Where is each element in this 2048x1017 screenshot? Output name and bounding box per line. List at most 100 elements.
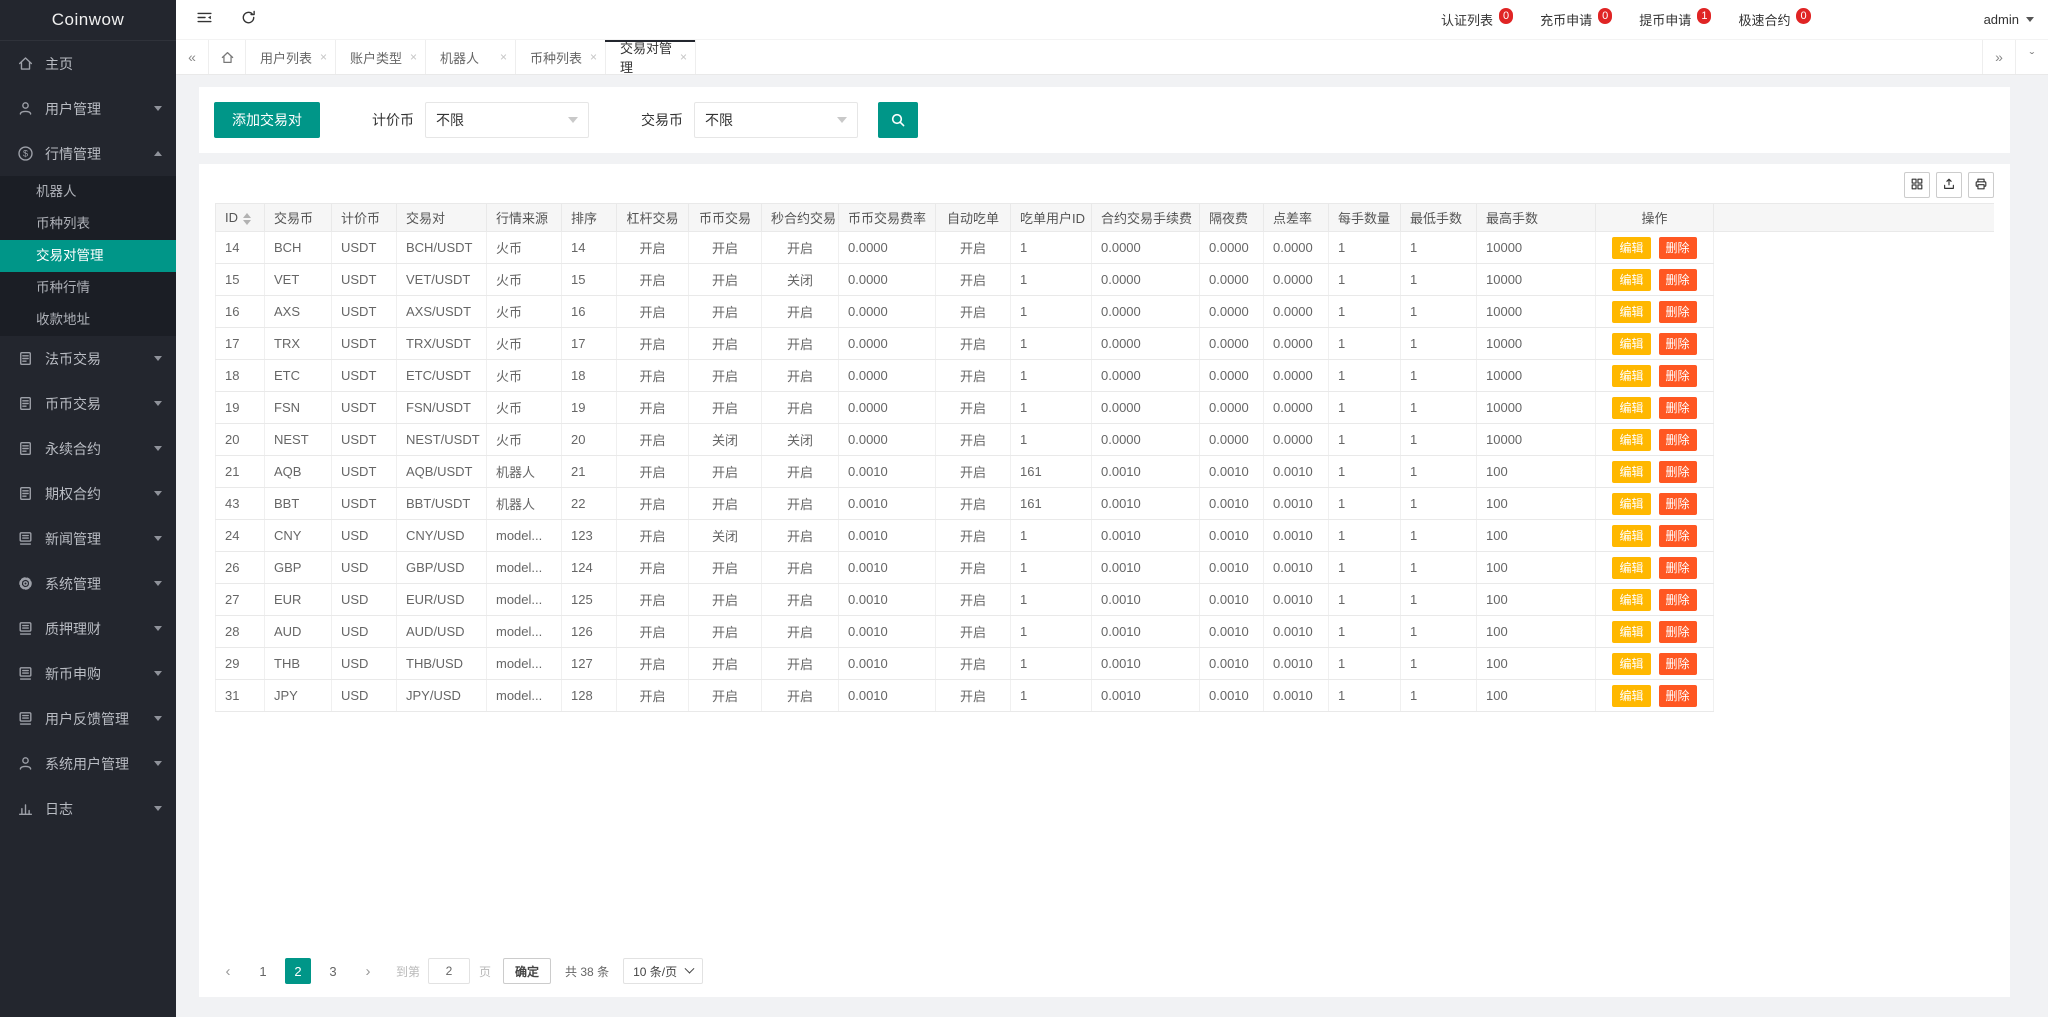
refresh-button[interactable] <box>226 0 270 40</box>
sidebar-item-system-mgmt[interactable]: 系统管理 <box>0 561 176 606</box>
edit-button[interactable]: 编辑 <box>1612 556 1651 579</box>
edit-button[interactable]: 编辑 <box>1612 620 1651 643</box>
sidebar-subitem-coin-list[interactable]: 币种列表 <box>0 208 176 240</box>
close-icon[interactable]: × <box>500 50 507 64</box>
edit-button[interactable]: 编辑 <box>1612 460 1651 483</box>
edit-button[interactable]: 编辑 <box>1612 428 1651 451</box>
tab-account-type[interactable]: 账户类型 × <box>336 40 426 74</box>
sidebar-subitem-payment-address[interactable]: 收款地址 <box>0 304 176 336</box>
delete-button[interactable]: 删除 <box>1658 300 1697 323</box>
page-button-2[interactable]: 2 <box>285 958 311 984</box>
table-row: 28 AUD USD AUD/USD model... 126 开启 开启 开启 0.0010 开启… <box>215 615 1995 648</box>
filter-columns-button[interactable] <box>1904 172 1930 198</box>
export-button[interactable] <box>1936 172 1962 198</box>
close-icon[interactable]: × <box>680 50 687 64</box>
edit-button[interactable]: 编辑 <box>1612 492 1651 515</box>
sort-icon[interactable] <box>243 212 251 225</box>
edit-button[interactable]: 编辑 <box>1612 236 1651 259</box>
sidebar-subitem-coin-market[interactable]: 币种行情 <box>0 272 176 304</box>
add-pair-button[interactable]: 添加交易对 <box>214 102 320 138</box>
delete-button[interactable]: 删除 <box>1658 332 1697 355</box>
home-tab[interactable] <box>209 40 246 74</box>
edit-button[interactable]: 编辑 <box>1612 268 1651 291</box>
tab-pair-mgmt[interactable]: 交易对管理 × <box>605 40 696 75</box>
search-button[interactable] <box>878 102 918 138</box>
page-button-1[interactable]: 1 <box>250 958 276 984</box>
sidebar-item-feedback-mgmt[interactable]: 用户反馈管理 <box>0 696 176 741</box>
delete-button[interactable]: 删除 <box>1658 556 1697 579</box>
close-icon[interactable]: × <box>320 50 327 64</box>
tab-user-list[interactable]: 用户列表 × <box>246 40 336 74</box>
actions-cell: 编辑 删除 <box>1595 679 1714 712</box>
notice-deposit-request[interactable]: 充币申请 0 <box>1540 7 1613 29</box>
sidebar-item-news-mgmt[interactable]: 新闻管理 <box>0 516 176 561</box>
cell: 0.0010 <box>1199 487 1264 520</box>
edit-button[interactable]: 编辑 <box>1612 684 1651 707</box>
close-icon[interactable]: × <box>410 50 417 64</box>
delete-button[interactable]: 删除 <box>1658 428 1697 451</box>
delete-button[interactable]: 删除 <box>1658 236 1697 259</box>
delete-button[interactable]: 删除 <box>1658 268 1697 291</box>
cell: 18 <box>561 359 617 392</box>
edit-button[interactable]: 编辑 <box>1612 524 1651 547</box>
delete-button[interactable]: 删除 <box>1658 396 1697 419</box>
table-row: 14 BCH USDT BCH/USDT 火币 14 开启 开启 开启 0.0000 开启 1 0.00… <box>215 231 1995 264</box>
sidebar-item-coin-trade[interactable]: 币币交易 <box>0 381 176 426</box>
sidebar-item-options-contract[interactable]: 期权合约 <box>0 471 176 516</box>
fullscreen-icon[interactable] <box>1938 11 1955 28</box>
tabs-scroll-left-button[interactable]: « <box>176 40 209 74</box>
delete-button[interactable]: 删除 <box>1658 492 1697 515</box>
per-page-select[interactable]: 10 条/页 <box>623 958 704 984</box>
column-header-12: 合约交易手续费 <box>1091 203 1200 232</box>
edit-button[interactable]: 编辑 <box>1612 300 1651 323</box>
sidebar-item-fiat-trade[interactable]: 法币交易 <box>0 336 176 381</box>
goto-page-input[interactable] <box>428 958 471 984</box>
edit-button[interactable]: 编辑 <box>1612 332 1651 355</box>
confirm-page-button[interactable]: 确定 <box>503 958 552 984</box>
tag-icon[interactable] <box>1890 11 1907 28</box>
actions-cell: 编辑 删除 <box>1595 647 1714 680</box>
trade-coin-select[interactable]: 不限 <box>694 102 858 138</box>
sidebar-item-logs[interactable]: 日志 <box>0 786 176 831</box>
tab-robot[interactable]: 机器人 × <box>426 40 516 74</box>
sidebar-item-home[interactable]: 主页 <box>0 41 176 86</box>
print-button[interactable] <box>1968 172 1994 198</box>
next-page-button[interactable]: › <box>355 958 381 984</box>
prev-page-button[interactable]: ‹ <box>215 958 241 984</box>
edit-button[interactable]: 编辑 <box>1612 652 1651 675</box>
tabs-menu-button[interactable]: ˇ <box>2015 40 2048 74</box>
delete-button[interactable]: 删除 <box>1658 684 1697 707</box>
sidebar-item-market-mgmt[interactable]: $ 行情管理 <box>0 131 176 176</box>
sidebar-item-system-user-mgmt[interactable]: 系统用户管理 <box>0 741 176 786</box>
quote-coin-select[interactable]: 不限 <box>425 102 589 138</box>
notice-auth-list[interactable]: 认证列表 0 <box>1441 7 1514 29</box>
actions-cell: 编辑 删除 <box>1595 583 1714 616</box>
notice-fast-contract[interactable]: 极速合约 0 <box>1738 7 1811 29</box>
edit-button[interactable]: 编辑 <box>1612 364 1651 387</box>
delete-button[interactable]: 删除 <box>1658 620 1697 643</box>
sidebar-subitem-robot[interactable]: 机器人 <box>0 176 176 208</box>
sidebar-item-pledge-finance[interactable]: 质押理财 <box>0 606 176 651</box>
close-icon[interactable]: × <box>590 50 597 64</box>
tab-coin-list[interactable]: 币种列表 × <box>516 40 606 74</box>
user-menu[interactable]: admin <box>1984 12 2034 27</box>
sidebar-item-new-coin-subscribe[interactable]: 新币申购 <box>0 651 176 696</box>
status-cell: 开启 <box>616 615 689 648</box>
delete-button[interactable]: 删除 <box>1658 652 1697 675</box>
delete-button[interactable]: 删除 <box>1658 460 1697 483</box>
notice-withdraw-request[interactable]: 提币申请 1 <box>1639 7 1712 29</box>
edit-button[interactable]: 编辑 <box>1612 588 1651 611</box>
theme-palette-icon[interactable] <box>1842 11 1859 28</box>
sidebar-item-perpetual-contract[interactable]: 永续合约 <box>0 426 176 471</box>
sidebar-collapse-button[interactable] <box>182 0 226 40</box>
tabs-scroll-right-button[interactable]: » <box>1982 40 2015 74</box>
delete-button[interactable]: 删除 <box>1658 524 1697 547</box>
sidebar-subitem-pair-mgmt[interactable]: 交易对管理 <box>0 240 176 272</box>
delete-button[interactable]: 删除 <box>1658 364 1697 387</box>
edit-button[interactable]: 编辑 <box>1612 396 1651 419</box>
delete-button[interactable]: 删除 <box>1658 588 1697 611</box>
cell: 0.0010 <box>1199 583 1264 616</box>
sidebar-item-user-mgmt[interactable]: 用户管理 <box>0 86 176 131</box>
status-cell: 开启 <box>935 487 1011 520</box>
page-button-3[interactable]: 3 <box>320 958 346 984</box>
